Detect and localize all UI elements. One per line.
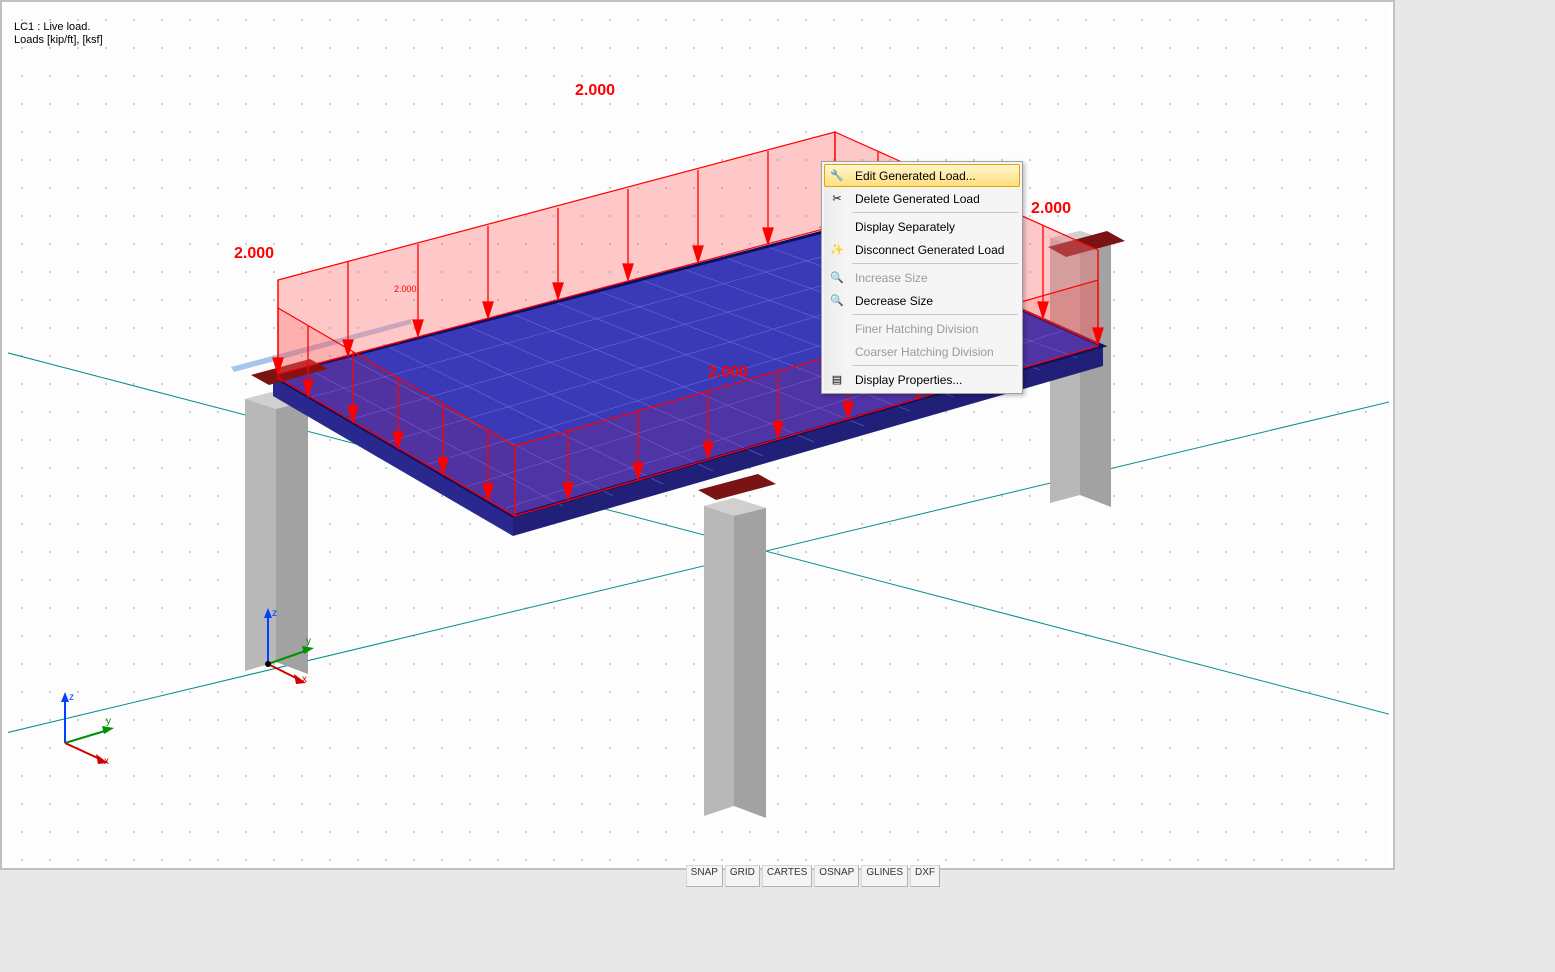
scene-svg: [8, 6, 1389, 864]
window-frame: 2.000 2.000 2.000 2.000 2.000 LC1 : Live…: [0, 0, 1395, 870]
menu-item-label: Decrease Size: [855, 294, 933, 308]
menu-item-label: Coarser Hatching Division: [855, 345, 994, 359]
status-glines[interactable]: GLINES: [861, 865, 908, 887]
status-grid[interactable]: GRID: [725, 865, 760, 887]
zoom-out-icon: 🔍: [829, 293, 845, 309]
menu-item-label: Display Separately: [855, 220, 955, 234]
menu-item-dispsep[interactable]: Display Separately: [824, 215, 1020, 238]
menu-item-label: Disconnect Generated Load: [855, 243, 1004, 257]
status-osnap[interactable]: OSNAP: [814, 865, 859, 887]
load-value-center: 2.000: [708, 364, 748, 382]
context-menu: 🔧 Edit Generated Load... ✂ Delete Generated…: [821, 161, 1023, 394]
load-value-top: 2.000: [575, 82, 615, 100]
column-front-right: [704, 498, 766, 818]
menu-item-label: Display Properties...: [855, 373, 962, 387]
status-snap[interactable]: SNAP: [686, 865, 723, 887]
menu-item-finer: Finer Hatching Division: [824, 317, 1020, 340]
menu-separator: [852, 365, 1018, 366]
menu-item-incsize: 🔍 Increase Size: [824, 266, 1020, 289]
menu-item-edit[interactable]: 🔧 Edit Generated Load...: [824, 164, 1020, 187]
menu-separator: [852, 314, 1018, 315]
model-viewport[interactable]: 2.000 2.000 2.000 2.000 2.000 LC1 : Live…: [8, 6, 1389, 864]
properties-icon: ▤: [829, 372, 845, 388]
menu-item-label: Edit Generated Load...: [855, 169, 976, 183]
menu-item-decsize[interactable]: 🔍 Decrease Size: [824, 289, 1020, 312]
menu-item-label: Finer Hatching Division: [855, 322, 978, 336]
menu-item-label: Increase Size: [855, 271, 928, 285]
menu-separator: [852, 212, 1018, 213]
status-bar: SNAP GRID CARTES OSNAP GLINES DXF: [0, 865, 1395, 887]
status-dxf[interactable]: DXF: [910, 865, 940, 887]
wand-icon: ✨: [829, 242, 845, 258]
status-cartes[interactable]: CARTES: [762, 865, 812, 887]
load-value-beam-small: 2.000: [394, 284, 417, 294]
menu-item-dispprop[interactable]: ▤ Display Properties...: [824, 368, 1020, 391]
menu-item-delete[interactable]: ✂ Delete Generated Load: [824, 187, 1020, 210]
zoom-in-icon: 🔍: [829, 270, 845, 286]
wrench-icon: 🔧: [829, 168, 845, 184]
load-value-left: 2.000: [234, 245, 274, 263]
load-value-right: 2.000: [1031, 200, 1071, 218]
menu-separator: [852, 263, 1018, 264]
scissors-icon: ✂: [829, 191, 845, 207]
menu-item-label: Delete Generated Load: [855, 192, 980, 206]
menu-item-disconnect[interactable]: ✨ Disconnect Generated Load: [824, 238, 1020, 261]
menu-item-coarser: Coarser Hatching Division: [824, 340, 1020, 363]
column-front-left: [245, 391, 308, 674]
